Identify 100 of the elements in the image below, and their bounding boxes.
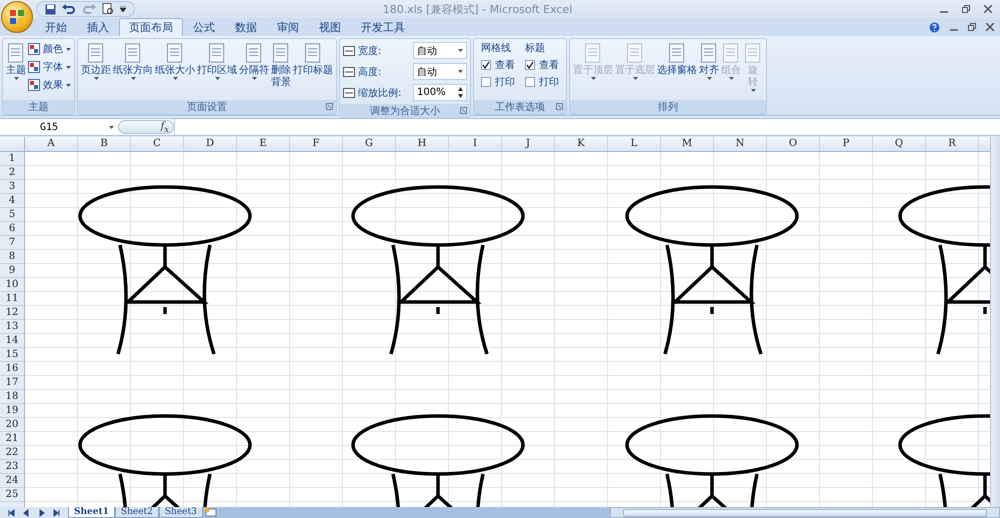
row-header[interactable]: 2	[0, 166, 24, 180]
row-header[interactable]: 24	[0, 474, 24, 488]
ribbon-button[interactable]: 页边距	[81, 41, 111, 80]
row-header[interactable]: 13	[0, 320, 24, 334]
row-header[interactable]: 3	[0, 180, 24, 194]
save-icon[interactable]	[45, 4, 56, 14]
sheet-tab[interactable]: Sheet2	[114, 507, 159, 518]
caret-icon	[130, 77, 136, 80]
customize-caret-icon[interactable]	[120, 6, 126, 12]
row-header[interactable]: 10	[0, 278, 24, 292]
ribbon-tab[interactable]: 开始	[35, 18, 77, 36]
row-header[interactable]: 22	[0, 446, 24, 460]
page-icon	[6, 41, 26, 65]
horizontal-scrollbar[interactable]	[610, 507, 1000, 518]
ribbon-tab[interactable]: 数据	[225, 18, 267, 36]
ribbon-tab[interactable]: 开发工具	[351, 18, 415, 36]
dropdown-field[interactable]: 自动	[413, 63, 467, 80]
row-header[interactable]: 12	[0, 306, 24, 320]
checkbox[interactable]: 查看	[525, 58, 559, 72]
help-icon[interactable]	[929, 22, 940, 32]
row-header[interactable]: 17	[0, 376, 24, 390]
print-preview-icon[interactable]	[102, 3, 114, 15]
row-header[interactable]: 4	[0, 194, 24, 208]
column-header[interactable]: K	[555, 137, 608, 151]
restore-icon[interactable]	[962, 5, 970, 13]
row-header[interactable]: 6	[0, 222, 24, 236]
checkbox[interactable]: 打印	[481, 75, 515, 89]
ribbon-tab[interactable]: 页面布局	[119, 18, 183, 36]
office-logo-button[interactable]	[1, 1, 33, 33]
ribbon-button[interactable]: 主题	[6, 41, 26, 80]
dropdown-field[interactable]: 自动	[413, 42, 467, 59]
column-header[interactable]: J	[502, 137, 555, 151]
row-header[interactable]: 16	[0, 362, 24, 376]
ribbon-tab[interactable]: 视图	[309, 18, 351, 36]
column-header[interactable]: G	[343, 137, 396, 151]
row-header[interactable]: 21	[0, 432, 24, 446]
column-header[interactable]: P	[820, 137, 873, 151]
insert-sheet-icon[interactable]	[202, 507, 217, 517]
field-label: 宽度:	[358, 44, 382, 58]
restore-icon[interactable]	[968, 23, 976, 31]
row-header[interactable]: 8	[0, 250, 24, 264]
column-header[interactable]: I	[449, 137, 502, 151]
row-header[interactable]: 9	[0, 264, 24, 278]
caret-icon	[458, 70, 463, 73]
column-header[interactable]: A	[25, 137, 78, 151]
launcher-icon[interactable]	[556, 103, 563, 110]
ribbon-button[interactable]: 选择窗格	[657, 41, 697, 77]
sheet-tab[interactable]: Sheet3	[158, 507, 203, 518]
ribbon-tab[interactable]: 公式	[183, 18, 225, 36]
launcher-icon[interactable]	[326, 103, 333, 110]
row-header[interactable]: 18	[0, 390, 24, 404]
ribbon-button[interactable]: 纸张大小	[155, 41, 195, 80]
column-header[interactable]: D	[184, 137, 237, 151]
spinner-field[interactable]: 100%	[413, 84, 467, 101]
column-header[interactable]: M	[661, 137, 714, 151]
name-box[interactable]: G15	[0, 119, 118, 135]
row-header[interactable]: 20	[0, 418, 24, 432]
checkbox[interactable]: 打印	[525, 75, 559, 89]
group-title: 页面设置	[187, 100, 227, 114]
row-header[interactable]: 7	[0, 236, 24, 250]
ribbon-button[interactable]: 字体	[28, 59, 71, 75]
checkmark-icon	[482, 61, 490, 69]
ribbon-button[interactable]: 纸张方向	[113, 41, 153, 80]
ribbon-tab[interactable]: 审阅	[267, 18, 309, 36]
row-header[interactable]: 11	[0, 292, 24, 306]
column-header[interactable]: R	[926, 137, 979, 151]
ribbon-tab[interactable]: 插入	[77, 18, 119, 36]
insert-function-button[interactable]: f$_{x}$	[118, 120, 174, 134]
undo-icon[interactable]	[62, 4, 76, 14]
ribbon-button[interactable]: 打印区域	[197, 41, 237, 80]
ribbon-button[interactable]: 删除 背景	[271, 41, 291, 89]
row-header[interactable]: 15	[0, 348, 24, 362]
close-icon[interactable]	[986, 23, 994, 31]
ribbon-button[interactable]: 颜色	[28, 41, 71, 57]
ribbon-button[interactable]: 打印标题	[293, 41, 333, 77]
row-header[interactable]: 25	[0, 488, 24, 502]
column-header[interactable]: B	[78, 137, 131, 151]
column-header[interactable]: O	[767, 137, 820, 151]
row-header[interactable]: 19	[0, 404, 24, 418]
checkbox[interactable]: 查看	[481, 58, 515, 72]
column-header[interactable]: H	[396, 137, 449, 151]
row-header[interactable]: 5	[0, 208, 24, 222]
ribbon-button[interactable]: 分隔符	[239, 41, 269, 80]
ribbon-button[interactable]: 效果	[28, 77, 71, 93]
ribbon-button[interactable]: 对齐	[699, 41, 719, 80]
row-header[interactable]: 1	[0, 152, 24, 166]
launcher-icon[interactable]	[460, 107, 467, 114]
row-header[interactable]: 14	[0, 334, 24, 348]
page-icon	[583, 41, 603, 65]
column-header[interactable]: C	[131, 137, 184, 151]
column-header[interactable]: N	[714, 137, 767, 151]
sheet-tab[interactable]: Sheet1	[68, 507, 115, 518]
caret-icon	[14, 77, 18, 80]
close-icon[interactable]	[984, 5, 992, 13]
row-header[interactable]: 23	[0, 460, 24, 474]
column-header[interactable]: L	[608, 137, 661, 151]
column-header[interactable]: F	[290, 137, 343, 151]
vertical-scrollbar[interactable]	[990, 137, 1000, 507]
column-header[interactable]: Q	[873, 137, 926, 151]
column-header[interactable]: E	[237, 137, 290, 151]
